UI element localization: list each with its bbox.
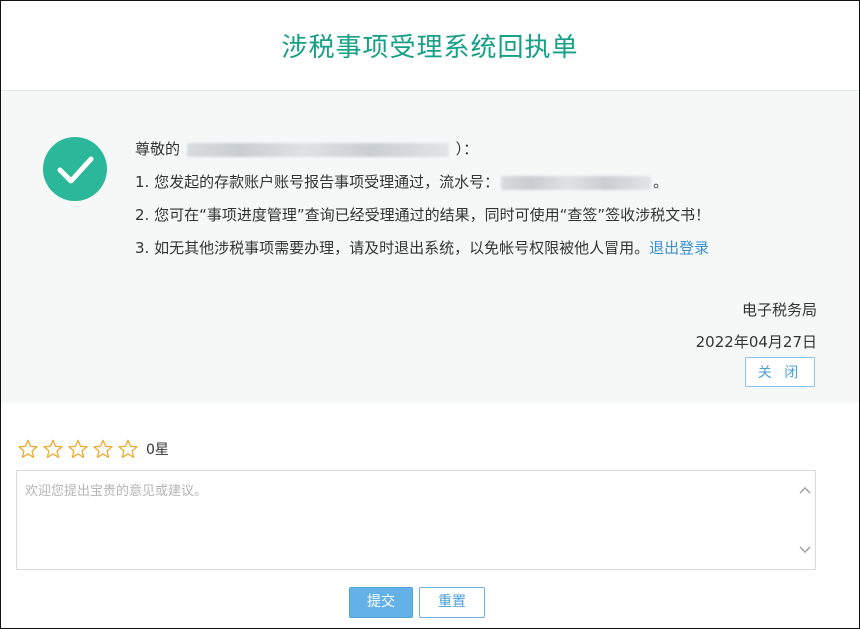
chevron-down-icon[interactable] bbox=[797, 541, 813, 557]
message-line-1: 1. 您发起的存款账户账号报告事项受理通过，流水号： 。 bbox=[135, 166, 710, 199]
star-2-icon[interactable] bbox=[42, 438, 67, 460]
line1-text: 1. 您发起的存款账户账号报告事项受理通过，流水号： bbox=[135, 173, 500, 191]
close-button[interactable]: 关 闭 bbox=[745, 357, 815, 387]
greeting-suffix: ）： bbox=[455, 140, 479, 158]
greeting-prefix: 尊敬的 bbox=[135, 140, 181, 158]
receipt-panel: 尊敬的 ）： 1. 您发起的存款账户账号报告事项受理通过，流水号： 。 2. 您可… bbox=[1, 91, 859, 403]
greeting-line: 尊敬的 ）： bbox=[135, 133, 710, 166]
star-4-icon[interactable] bbox=[92, 438, 117, 460]
star-rating: 0星 bbox=[17, 438, 169, 460]
line1-end: 。 bbox=[653, 173, 669, 191]
signature-date: 2022年04月27日 bbox=[695, 333, 817, 351]
header: 涉税事项受理系统回执单 bbox=[1, 1, 859, 91]
redacted-serial-number bbox=[501, 175, 652, 190]
page-title: 涉税事项受理系统回执单 bbox=[281, 33, 579, 63]
receipt-message: 尊敬的 ）： 1. 您发起的存款账户账号报告事项受理通过，流水号： 。 2. 您可… bbox=[135, 133, 710, 265]
message-line-2: 2. 您可在“事项进度管理”查询已经受理通过的结果，同时可使用“查签”签收涉税文… bbox=[135, 206, 711, 224]
feedback-textarea[interactable] bbox=[17, 471, 799, 569]
message-line-3: 3. 如无其他涉税事项需要办理，请及时退出系统，以免帐号权限被他人冒用。退出登录 bbox=[135, 232, 710, 265]
star-1-icon[interactable] bbox=[17, 438, 42, 460]
feedback-box bbox=[16, 470, 816, 570]
reset-button[interactable]: 重置 bbox=[419, 587, 485, 618]
receipt-window: 涉税事项受理系统回执单 尊敬的 ）： 1. 您发起的存款账户账号报告事项受理通过… bbox=[0, 0, 860, 629]
logout-link[interactable]: 退出登录 bbox=[649, 239, 709, 257]
redacted-taxpayer-name bbox=[186, 142, 449, 157]
star-3-icon[interactable] bbox=[67, 438, 92, 460]
star-5-icon[interactable] bbox=[117, 438, 142, 460]
line3-text: 3. 如无其他涉税事项需要办理，请及时退出系统，以免帐号权限被他人冒用。 bbox=[135, 239, 650, 257]
signature-office: 电子税务局 bbox=[741, 301, 817, 319]
chevron-up-icon[interactable] bbox=[797, 483, 813, 499]
submit-button[interactable]: 提交 bbox=[349, 587, 413, 618]
rating-value: 0星 bbox=[146, 442, 169, 458]
success-check-icon bbox=[43, 137, 107, 201]
